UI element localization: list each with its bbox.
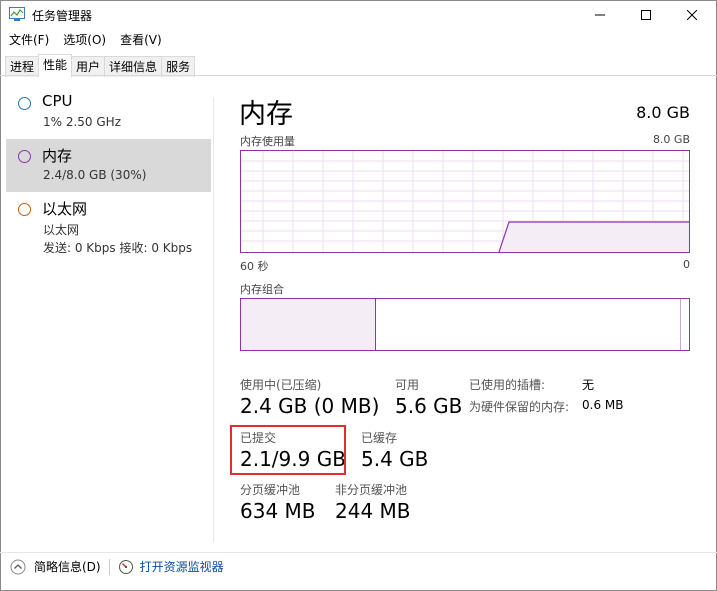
sidebar-item-sub: 以太网 <box>43 223 80 237</box>
usage-graph-max: 8.0 GB <box>652 133 690 146</box>
fewer-details-button[interactable]: 简略信息(D) <box>10 558 101 575</box>
title-bar: 任务管理器 <box>0 0 717 30</box>
tab-bar: 进程 性能 用户 详细信息 服务 <box>5 54 196 77</box>
available-label: 可用 <box>395 378 420 392</box>
footer-separator <box>108 558 110 575</box>
ethernet-indicator-icon <box>18 203 31 216</box>
nonpaged-pool-label: 非分页缓冲池 <box>335 483 408 497</box>
cached-value: 5.4 GB <box>361 447 429 471</box>
in-use-label: 使用中(已压缩) <box>240 378 322 392</box>
committed-highlight-box <box>230 425 346 475</box>
close-button[interactable] <box>669 0 715 30</box>
tab-details[interactable]: 详细信息 <box>104 56 163 77</box>
sidebar-item-title: 以太网 <box>42 200 88 218</box>
maximize-icon <box>641 10 651 20</box>
close-icon <box>687 10 697 20</box>
footer: 简略信息(D) 打开资源监视器 <box>10 558 224 575</box>
cpu-indicator-icon <box>18 97 31 110</box>
total-memory: 8.0 GB <box>636 103 690 122</box>
sidebar-item-memory[interactable]: 内存 2.4/8.0 GB (30%) <box>6 139 211 192</box>
usage-graph-label: 内存使用量 <box>240 135 295 148</box>
memory-usage-chart <box>241 151 689 252</box>
composition-reserved-segment <box>680 299 681 350</box>
tab-services[interactable]: 服务 <box>161 56 196 77</box>
memory-usage-graph <box>240 150 690 253</box>
time-axis-left: 60 秒 <box>240 260 269 273</box>
paged-pool-value: 634 MB <box>240 499 316 523</box>
minimize-icon <box>595 14 605 16</box>
menu-file[interactable]: 文件(F) <box>0 31 54 49</box>
memory-indicator-icon <box>18 150 31 163</box>
menu-view[interactable]: 查看(V) <box>111 31 167 49</box>
sidebar-item-title: 内存 <box>42 147 73 165</box>
composition-in-use-segment <box>241 299 376 350</box>
resource-monitor-icon <box>118 559 133 574</box>
time-axis-right: 0 <box>683 258 690 271</box>
sidebar-item-ethernet[interactable]: 以太网 以太网 发送: 0 Kbps 接收: 0 Kbps <box>6 192 211 258</box>
footer-divider <box>0 552 717 553</box>
performance-sidebar: CPU 1% 2.50 GHz 内存 2.4/8.0 GB (30%) 以太网 … <box>6 86 211 258</box>
reserved-value: 0.6 MB <box>582 398 624 412</box>
tab-divider <box>0 75 717 76</box>
tab-processes[interactable]: 进程 <box>5 56 40 77</box>
sidebar-item-title: CPU <box>42 92 73 110</box>
sidebar-item-cpu[interactable]: CPU 1% 2.50 GHz <box>6 86 211 139</box>
nonpaged-pool-value: 244 MB <box>335 499 411 523</box>
sidebar-item-sub: 2.4/8.0 GB (30%) <box>43 168 147 182</box>
menu-options[interactable]: 选项(O) <box>54 31 111 49</box>
chevron-up-icon <box>10 559 26 574</box>
minimize-button[interactable] <box>577 0 623 30</box>
window-title: 任务管理器 <box>32 9 93 23</box>
page-title: 内存 <box>239 99 293 130</box>
memory-composition-bar <box>240 298 690 351</box>
tab-performance[interactable]: 性能 <box>38 54 73 77</box>
memory-usage-area <box>499 222 689 252</box>
tab-users[interactable]: 用户 <box>71 56 106 77</box>
slots-value: 无 <box>582 378 595 392</box>
sidebar-item-sub: 1% 2.50 GHz <box>43 115 122 129</box>
menu-bar: 文件(F) 选项(O) 查看(V) <box>0 31 167 49</box>
available-value: 5.6 GB <box>395 394 463 418</box>
composition-label: 内存组合 <box>240 283 284 296</box>
reserved-label: 为硬件保留的内存: <box>469 400 570 414</box>
task-manager-icon <box>9 7 25 21</box>
sidebar-item-sub2: 发送: 0 Kbps 接收: 0 Kbps <box>43 241 193 255</box>
cached-label: 已缓存 <box>361 431 398 445</box>
paged-pool-label: 分页缓冲池 <box>240 483 301 497</box>
open-resource-monitor-link[interactable]: 打开资源监视器 <box>140 558 224 575</box>
maximize-button[interactable] <box>623 0 669 30</box>
slots-label: 已使用的插槽: <box>469 378 546 392</box>
in-use-value: 2.4 GB (0 MB) <box>240 394 380 418</box>
fewer-details-label: 简略信息(D) <box>34 560 101 574</box>
sidebar-divider <box>213 97 214 542</box>
